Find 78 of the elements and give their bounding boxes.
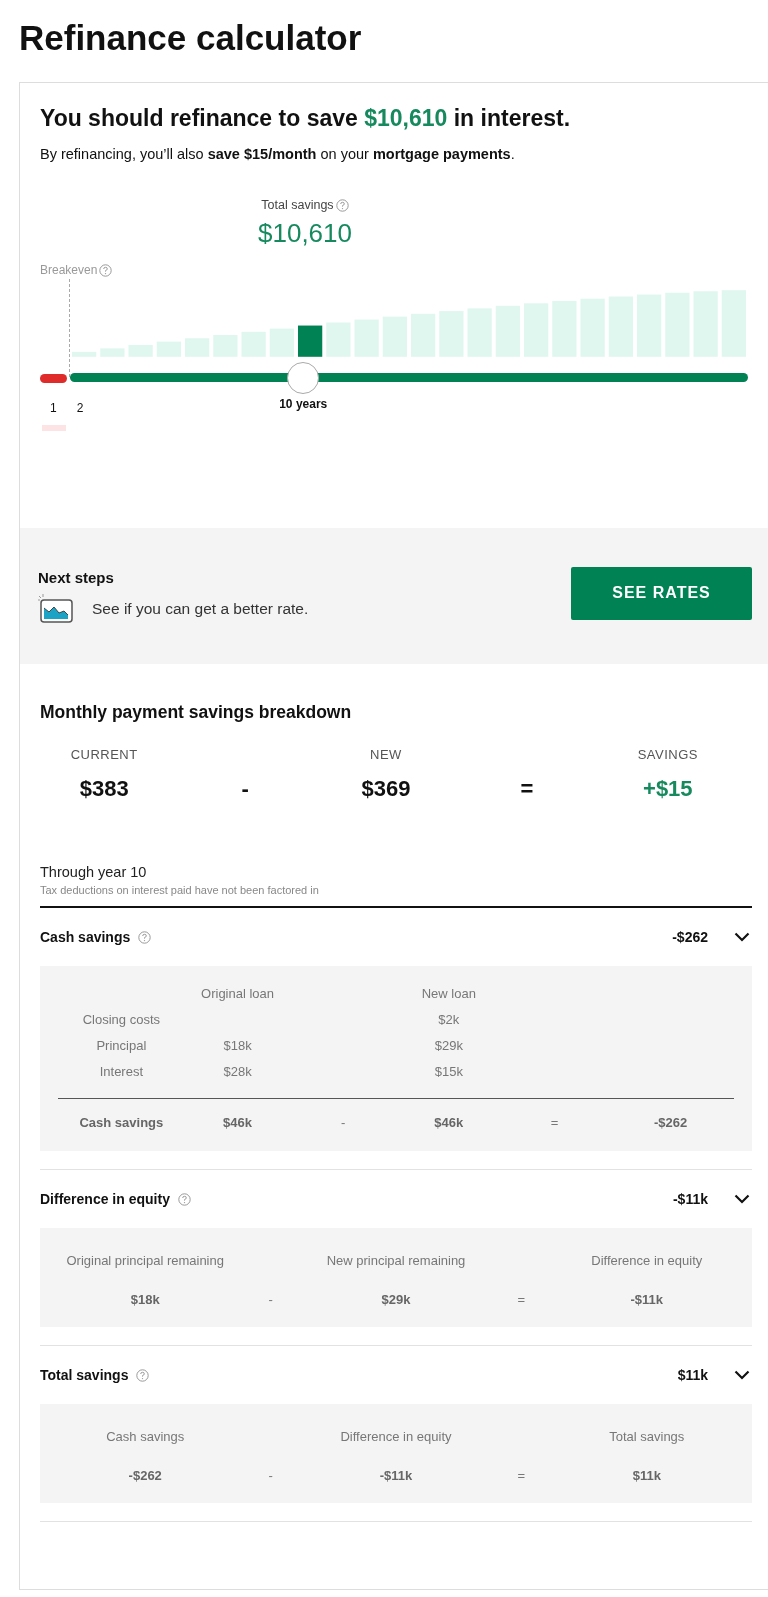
chevron-icon[interactable] — [734, 1194, 750, 1204]
period-note: Tax deductions on interest paid have not been factored in — [40, 884, 320, 896]
term-value: -$262 — [127, 1468, 163, 1483]
help-icon[interactable] — [177, 1192, 191, 1206]
total-savings-label: Total savings — [261, 198, 334, 212]
term-label: New principal remaining — [325, 1252, 467, 1270]
section-title: Total savings — [40, 1367, 129, 1383]
term-label: Original principal remaining — [65, 1252, 225, 1270]
payment-value: +$15 — [643, 776, 693, 802]
column-header: Original loan — [200, 986, 276, 1002]
result-headline: You should refinance to save $10,610 in interest. — [40, 105, 572, 132]
help-icon[interactable] — [99, 263, 113, 277]
breakeven-label: Breakeven — [40, 263, 98, 277]
operator-sign: = — [520, 776, 534, 802]
next-steps-text: See if you can get a better rate. — [92, 599, 309, 618]
page-title: Refinance calculator — [18, 17, 363, 59]
operator-sign: = — [549, 1115, 560, 1131]
payment-value: $369 — [361, 776, 411, 802]
term-value: -$11k — [629, 1292, 665, 1307]
term-label: Difference in equity — [590, 1252, 704, 1270]
total-savings-value: $10,610 — [258, 218, 352, 249]
help-icon[interactable] — [138, 930, 152, 944]
table-cell-text: $29k — [433, 1038, 464, 1054]
table-cell-text: $46k — [433, 1115, 465, 1131]
operator-sign: = — [516, 1292, 527, 1307]
term-value: $18k — [129, 1292, 161, 1307]
negative-marker — [42, 425, 66, 431]
axis-label: 2 — [76, 401, 84, 415]
section-title: Cash savings — [40, 929, 131, 945]
chevron-icon[interactable] — [734, 1370, 750, 1380]
section-value: -$262 — [672, 929, 708, 945]
section-header[interactable]: Cash savings -$262 — [40, 908, 752, 966]
table-cell-text: $2k — [437, 1012, 461, 1028]
table-cell-text: $15k — [433, 1064, 464, 1080]
table-cell-text: -$262 — [653, 1115, 689, 1131]
see-rates-button[interactable]: SEE RATES — [571, 566, 752, 620]
row-label: Principal — [95, 1038, 148, 1054]
operator-sign: - — [241, 776, 249, 802]
slider-value: 10 years — [279, 397, 328, 411]
next-steps-title: Next steps — [38, 568, 115, 586]
slider-track[interactable] — [70, 362, 748, 394]
term-value: $11k — [631, 1468, 662, 1483]
section-value: $11k — [677, 1367, 708, 1383]
table-cell-text: $46k — [222, 1115, 253, 1131]
term-label: Total savings — [608, 1428, 686, 1446]
result-subtitle: By refinancing, you’ll also save $15/month on your mortgage payments. — [40, 146, 516, 162]
section-header[interactable]: Difference in equity -$11k — [40, 1170, 752, 1228]
payment-label: SAVINGS — [637, 747, 698, 762]
tablet-chart-icon — [38, 593, 74, 624]
payment-label: CURRENT — [70, 747, 138, 762]
row-label: Closing costs — [81, 1012, 162, 1028]
payment-label: NEW — [370, 747, 402, 762]
help-icon[interactable] — [136, 1368, 150, 1382]
row-label: Interest — [98, 1064, 145, 1080]
payment-value: $383 — [79, 776, 129, 802]
operator-sign: = — [516, 1468, 527, 1483]
term-value: -$11k — [378, 1468, 414, 1483]
term-label: Cash savings — [105, 1428, 186, 1446]
operator-sign: - — [267, 1468, 274, 1483]
term-value: $29k — [380, 1292, 412, 1307]
operator-sign: - — [340, 1115, 347, 1131]
column-header: New loan — [420, 986, 477, 1002]
savings-bar[interactable] — [298, 325, 323, 357]
help-icon[interactable] — [335, 198, 349, 212]
slider-thumb[interactable] — [287, 362, 320, 394]
breakdown-title: Monthly payment savings breakdown — [40, 702, 353, 723]
negative-segment — [40, 373, 67, 383]
section-title: Difference in equity — [40, 1191, 170, 1207]
table-cell-text: $28k — [222, 1064, 253, 1080]
table-cell-text: $18k — [222, 1038, 253, 1054]
axis-label: 1 — [50, 401, 57, 415]
chevron-icon[interactable] — [734, 932, 750, 942]
period-title: Through year 10 — [40, 864, 148, 880]
row-label: Cash savings — [78, 1115, 165, 1131]
operator-sign: - — [267, 1292, 274, 1307]
term-label: Difference in equity — [339, 1428, 453, 1446]
section-header[interactable]: Total savings $11k — [40, 1346, 752, 1404]
section-value: -$11k — [672, 1191, 708, 1207]
